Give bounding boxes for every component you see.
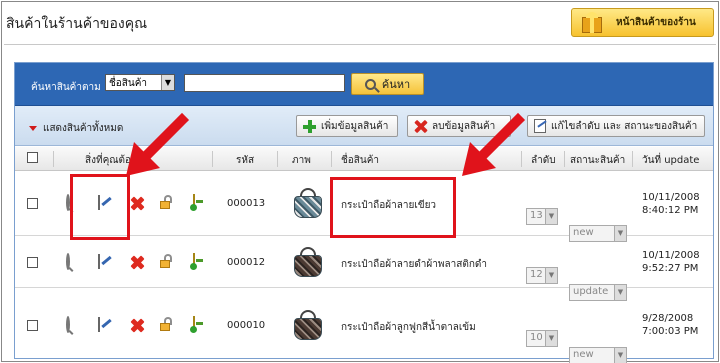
plus-icon — [303, 119, 316, 133]
edit-order-status-button[interactable]: แก้ไขลำดับ และ สถานะของสินค้า — [527, 115, 705, 137]
view-icon[interactable] — [66, 253, 70, 270]
header-order: ลำดับ — [531, 155, 556, 166]
updated-datetime: 9/28/2008 7:00:03 PM — [642, 313, 699, 337]
updated-datetime: 10/11/2008 8:40:12 PM — [642, 192, 700, 216]
chevron-down-icon: ▼ — [545, 331, 557, 346]
order-select[interactable]: 13 ▼ — [526, 208, 558, 225]
chevron-down-icon: ▼ — [545, 268, 557, 283]
store-page-button[interactable]: หน้าสินค้าของร้าน — [571, 8, 714, 37]
store-page-button-label: หน้าสินค้าของร้าน — [616, 17, 696, 28]
search-button-label: ค้นหา — [381, 78, 411, 91]
add-image-icon[interactable] — [193, 316, 195, 331]
header-image: ภาพ — [292, 155, 311, 166]
search-bar: ค้นหาสินค้าตาม : ชื่อสินค้า ▼ ค้นหา — [15, 63, 713, 106]
row-checkbox[interactable] — [27, 198, 38, 209]
order-select[interactable]: 10 ▼ — [526, 330, 558, 347]
annotation-box-edit — [70, 174, 130, 240]
search-field-select[interactable]: ชื่อสินค้า ▼ — [105, 74, 175, 91]
add-product-label: เพิ่มข้อมูลสินค้า — [321, 120, 389, 132]
add-product-button[interactable]: เพิ่มข้อมูลสินค้า — [296, 115, 398, 137]
add-image-icon[interactable] — [193, 253, 195, 268]
row-checkbox[interactable] — [27, 320, 38, 331]
show-all-toggle[interactable]: แสดงสินค้าทั้งหมด — [29, 121, 123, 136]
annotation-arrow-left — [126, 112, 190, 176]
chevron-down-icon: ▼ — [161, 75, 174, 90]
gift-box-icon — [578, 11, 608, 35]
edit-order-status-label: แก้ไขลำดับ และ สถานะของสินค้า — [551, 120, 698, 132]
show-all-label: แสดงสินค้าทั้งหมด — [43, 123, 124, 134]
triangle-down-icon — [29, 126, 37, 131]
chevron-down-icon: ▼ — [545, 209, 557, 224]
annotation-box-name — [330, 177, 456, 238]
product-name[interactable]: กระเป๋าถือผ้าลายดำผ้าพลาสติกดำ — [341, 257, 487, 272]
search-button[interactable]: ค้นหา — [351, 73, 424, 95]
updated-datetime: 10/11/2008 9:52:27 PM — [642, 250, 700, 274]
search-input[interactable] — [184, 74, 345, 92]
search-icon — [364, 78, 376, 90]
add-image-icon[interactable] — [193, 194, 195, 209]
status-select[interactable]: new ▼ — [569, 347, 627, 363]
view-icon[interactable] — [66, 316, 70, 333]
edit-icon[interactable] — [98, 317, 100, 332]
table-row: 000012 กระเป๋าถือผ้าลายดำผ้าพลาสติกดำ 12… — [15, 237, 713, 301]
search-field-value: ชื่อสินค้า — [109, 78, 148, 89]
product-code: 000013 — [227, 198, 266, 209]
header-name: ชื่อสินค้า — [341, 155, 380, 166]
header-status: สถานะสินค้า — [570, 155, 626, 166]
header-code: รหัส — [236, 155, 255, 166]
annotation-arrow-right — [462, 112, 526, 176]
order-select[interactable]: 12 ▼ — [526, 267, 558, 284]
delete-icon — [414, 120, 427, 133]
edit-icon[interactable] — [98, 254, 100, 269]
product-code: 000012 — [227, 257, 266, 268]
table-row: 000010 กระเป๋าถือผ้าลูกฟูกสีน้ำตาลเข้ม 1… — [15, 289, 713, 363]
row-checkbox[interactable] — [27, 257, 38, 268]
product-code: 000010 — [227, 320, 266, 331]
chevron-down-icon: ▼ — [614, 348, 626, 363]
select-all-checkbox[interactable] — [27, 152, 38, 163]
search-label: ค้นหาสินค้าตาม : — [31, 82, 108, 93]
product-name[interactable]: กระเป๋าถือผ้าลูกฟูกสีน้ำตาลเข้ม — [341, 320, 476, 335]
header-updated: วันที่ update — [642, 155, 700, 166]
title-divider — [4, 44, 716, 45]
edit-document-icon — [534, 119, 546, 133]
page-title: สินค้าในร้านค้าของคุณ — [6, 16, 148, 32]
